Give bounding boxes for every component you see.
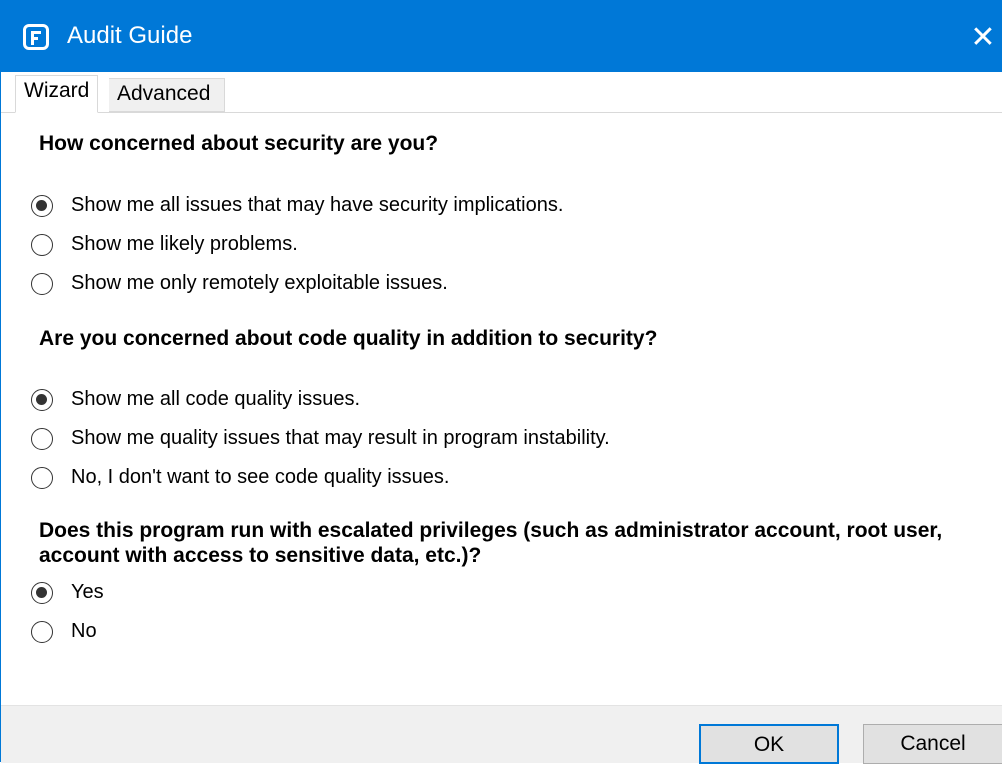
option-label: Yes (71, 581, 104, 603)
radio-button[interactable] (31, 467, 53, 489)
option-label: Show me all issues that may have securit… (71, 194, 564, 216)
dialog-footer: OK Cancel (1, 705, 1002, 764)
radio-button[interactable] (31, 428, 53, 450)
option-label: Show me all code quality issues. (71, 388, 361, 410)
radio-button[interactable] (31, 389, 53, 411)
option-label: Show me quality issues that may result i… (71, 427, 610, 449)
audit-guide-dialog: Audit Guide ✕ Wizard Advanced How concer… (0, 0, 1002, 764)
radio-button[interactable] (31, 195, 53, 217)
option-label: No (71, 620, 97, 642)
question-code-quality: Are you concerned about code quality in … (39, 327, 658, 350)
option-label: Show me likely problems. (71, 233, 298, 255)
tab-strip: Wizard Advanced (1, 72, 1002, 113)
radio-button[interactable] (31, 582, 53, 604)
question-security-concern: How concerned about security are you? (39, 132, 439, 155)
app-icon (23, 24, 49, 50)
ok-button[interactable]: OK (699, 724, 839, 764)
tab-advanced[interactable]: Advanced (109, 78, 225, 112)
radio-button[interactable] (31, 234, 53, 256)
title-bar: Audit Guide ✕ (1, 0, 1002, 72)
option-label: Show me only remotely exploitable issues… (71, 272, 448, 294)
radio-button[interactable] (31, 273, 53, 295)
tab-wizard[interactable]: Wizard (15, 75, 99, 113)
close-button[interactable]: ✕ (963, 18, 1002, 58)
window-title: Audit Guide (67, 22, 193, 49)
cancel-button[interactable]: Cancel (863, 724, 1002, 764)
question-escalated-privileges: Does this program run with escalated pri… (39, 519, 943, 567)
option-label: No, I don't want to see code quality iss… (71, 466, 450, 488)
radio-button[interactable] (31, 621, 53, 643)
